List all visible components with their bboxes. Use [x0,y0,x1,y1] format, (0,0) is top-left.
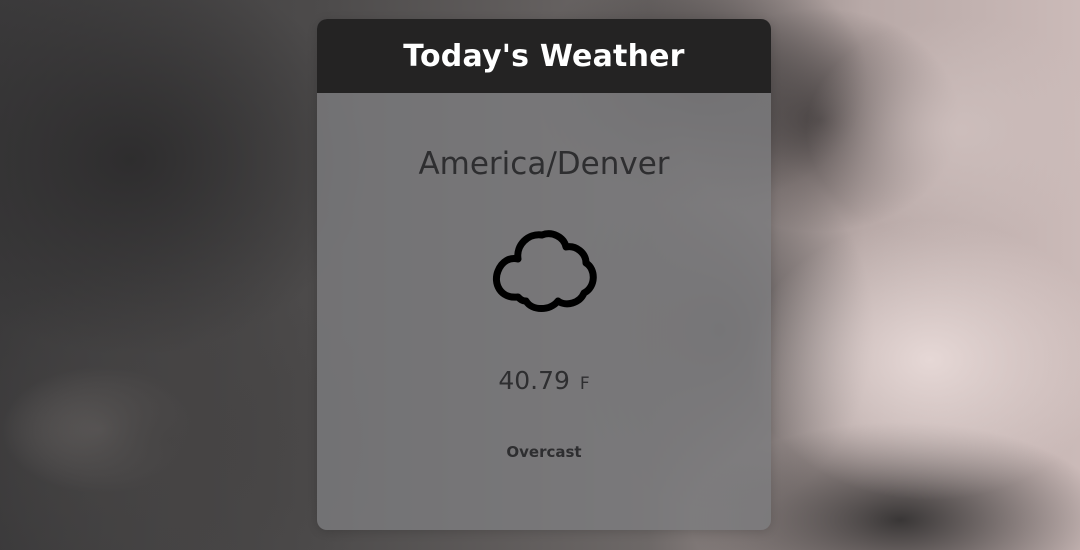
background-sky: Today's Weather America/Denver 40.79 F O… [0,0,1080,550]
card-body: America/Denver 40.79 F Overcast [317,93,771,530]
temperature-value: 40.79 [498,366,570,395]
weather-condition: Overcast [506,443,582,461]
temperature-display: 40.79 F [317,366,771,395]
location-name: America/Denver [418,146,670,182]
cloud-icon [492,230,597,312]
card-title: Today's Weather [403,38,685,74]
weather-card: Today's Weather America/Denver 40.79 F O… [317,19,771,530]
temperature-unit: F [579,374,590,394]
card-header: Today's Weather [317,19,771,93]
